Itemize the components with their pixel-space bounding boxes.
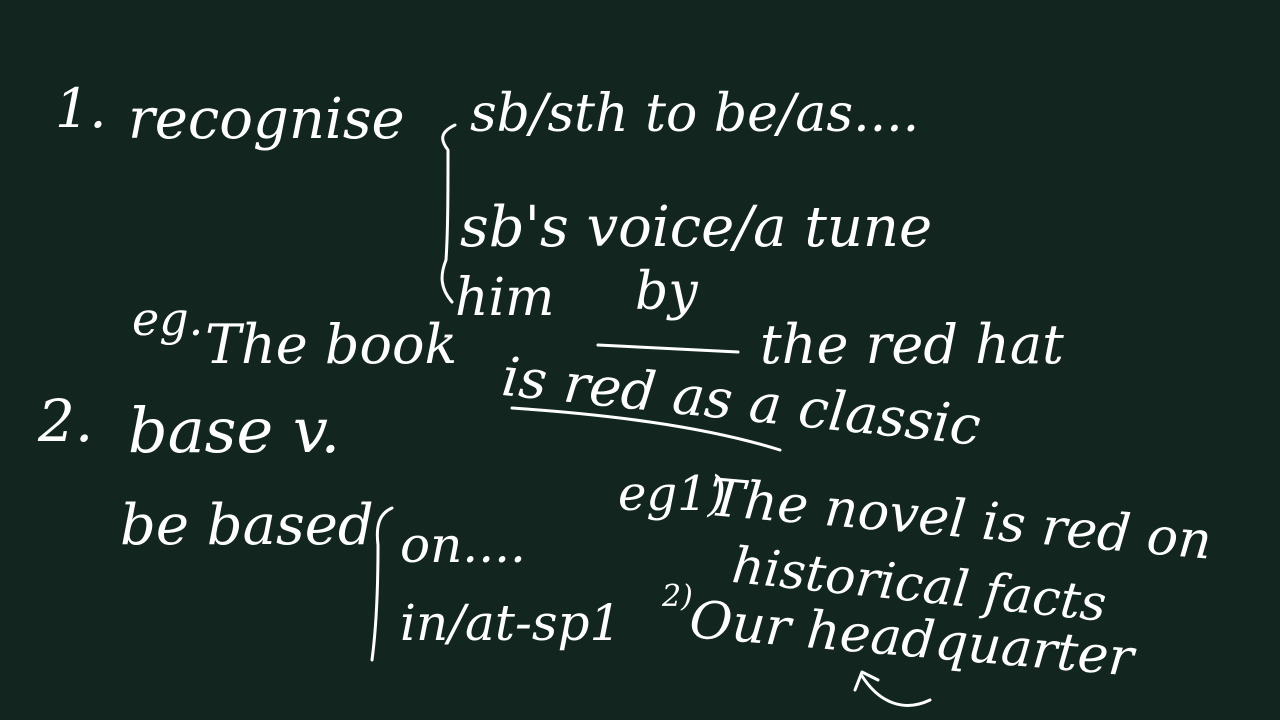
use-line-3: him xyxy=(455,268,555,328)
prep-by: by xyxy=(635,262,698,322)
brace-item-1 xyxy=(440,123,457,304)
arrow-headquarter xyxy=(860,674,932,707)
brace-item-2 xyxy=(370,506,394,662)
chalkboard: 1. recognise sb/sth to be/as.... sb's vo… xyxy=(0,0,1280,720)
be-based: be based xyxy=(120,493,374,558)
arrowhead xyxy=(853,670,880,692)
item-number-1: 1. xyxy=(55,77,107,140)
example-1-sentence: The book xyxy=(205,313,458,376)
based-use-1: on.... xyxy=(400,516,526,574)
example-marker-3: 2) xyxy=(662,579,693,614)
underline-by xyxy=(596,343,740,354)
example-marker-1: eg. xyxy=(132,292,204,346)
word-recognise: recognise xyxy=(128,87,405,152)
based-use-2: in/at-sp1 xyxy=(400,594,622,652)
word-base: base v. xyxy=(128,394,341,467)
use-line-2: sb's voice/a tune xyxy=(460,195,933,260)
use-line-1: sb/sth to be/as.... xyxy=(470,84,920,144)
use-rest: the red hat xyxy=(760,313,1064,376)
item-number-2: 2. xyxy=(38,387,94,455)
